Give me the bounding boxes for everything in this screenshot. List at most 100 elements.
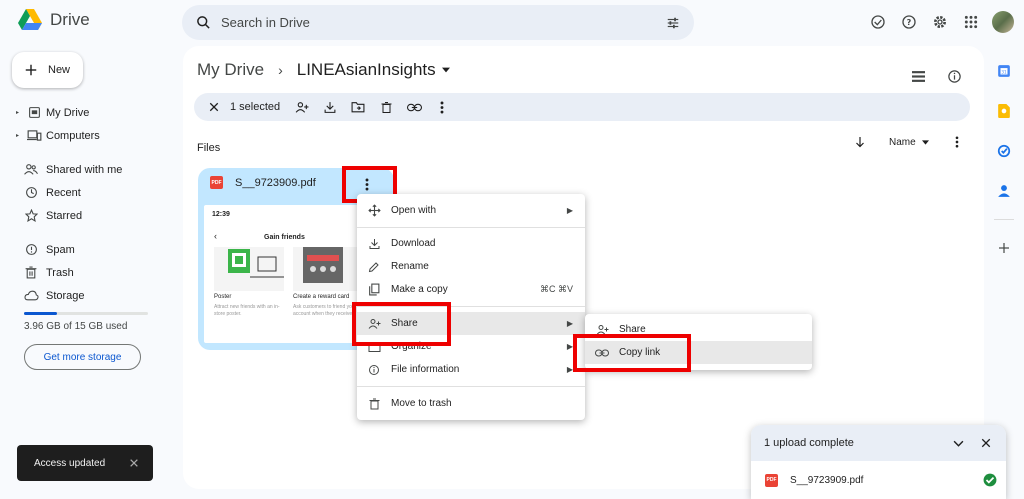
upload-file-row[interactable]: PDF S__9723909.pdf <box>765 473 997 487</box>
move-folder-icon[interactable] <box>344 93 372 121</box>
files-section-label: Files <box>197 142 221 154</box>
my-drive-icon <box>28 107 40 118</box>
list-view-icon[interactable] <box>902 60 934 92</box>
sidebar-item-my-drive[interactable]: ▸ My Drive <box>16 101 166 124</box>
people-icon <box>24 164 38 175</box>
menu-item-make-copy[interactable]: Make a copy ⌘C ⌘V <box>357 278 585 301</box>
sidebar-nav: ▸ My Drive ▸ Computers Shared with me Re… <box>16 101 166 307</box>
trash-icon <box>25 266 37 279</box>
upload-status-panel: 1 upload complete PDF S__9723909.pdf <box>751 425 1006 499</box>
toast-text: Access updated <box>34 457 106 469</box>
upload-panel-title: 1 upload complete <box>764 437 854 449</box>
pdf-file-icon: PDF <box>765 473 778 487</box>
menu-item-download[interactable]: Download <box>357 232 585 255</box>
add-addon-plus-icon[interactable] <box>994 232 1014 264</box>
breadcrumb-separator: › <box>278 62 283 78</box>
contacts-icon[interactable] <box>994 175 1014 207</box>
sort-by-name-button[interactable]: Name <box>889 137 916 148</box>
search-options-icon[interactable] <box>666 16 680 30</box>
more-vertical-icon[interactable] <box>955 136 959 148</box>
apps-grid-icon[interactable] <box>955 6 986 38</box>
help-icon[interactable]: ? <box>893 6 924 38</box>
new-button[interactable]: New <box>12 52 83 88</box>
menu-item-label: Make a copy <box>391 284 448 295</box>
search-bar[interactable] <box>182 5 694 40</box>
menu-item-label: Move to trash <box>391 398 452 409</box>
folder-name: LINEAsianInsights <box>296 60 436 79</box>
storage-usage-text: 3.96 GB of 15 GB used <box>24 321 128 332</box>
menu-item-label: Download <box>391 238 436 249</box>
back-chevron-icon: ‹ <box>214 231 217 241</box>
sidebar-item-trash[interactable]: Trash <box>16 261 166 284</box>
sidebar-item-label: Computers <box>46 129 100 142</box>
spam-icon <box>25 244 37 255</box>
reward-card-illustration <box>293 247 363 291</box>
menu-item-file-information[interactable]: File information ▶ <box>357 358 585 381</box>
share-person-add-icon[interactable] <box>288 93 316 121</box>
highlight-box-copy-link <box>573 334 691 372</box>
thumbnail-item2-title: Create a reward card <box>293 294 350 300</box>
breadcrumb-my-drive[interactable]: My Drive <box>197 60 264 80</box>
file-more-actions-icon[interactable] <box>356 173 378 195</box>
link-icon[interactable] <box>400 93 428 121</box>
toast-notification: Access updated <box>17 445 153 481</box>
star-icon <box>24 209 38 222</box>
sidebar-item-starred[interactable]: Starred <box>16 204 166 227</box>
menu-item-label: Rename <box>391 261 429 272</box>
svg-text:?: ? <box>906 18 911 27</box>
clear-selection-icon[interactable] <box>200 93 228 121</box>
sidebar-item-computers[interactable]: ▸ Computers <box>16 124 166 147</box>
download-icon <box>369 238 379 249</box>
search-input[interactable] <box>221 15 666 30</box>
search-icon[interactable] <box>196 15 211 30</box>
thumbnail-time: 12:39 <box>212 211 230 218</box>
tasks-icon[interactable] <box>994 135 1014 167</box>
sidebar-item-spam[interactable]: Spam <box>16 238 166 261</box>
calendar-icon[interactable]: 31 <box>994 55 1014 87</box>
menu-item-open-with[interactable]: Open with ▶ <box>357 199 585 222</box>
sidebar-item-recent[interactable]: Recent <box>16 181 166 204</box>
trash-icon[interactable] <box>372 93 400 121</box>
avatar[interactable] <box>992 11 1014 33</box>
poster-illustration <box>214 247 284 291</box>
download-icon[interactable] <box>316 93 344 121</box>
info-icon[interactable] <box>938 60 970 92</box>
trash-icon <box>369 398 379 409</box>
collapse-chevron-down-icon[interactable] <box>946 431 970 455</box>
caret-down-icon <box>921 139 929 145</box>
clock-icon <box>25 187 37 198</box>
breadcrumb-current-folder[interactable]: LINEAsianInsights <box>297 60 450 80</box>
sidebar-item-shared-with-me[interactable]: Shared with me <box>16 158 166 181</box>
arrow-down-icon[interactable] <box>855 136 865 148</box>
sidebar-item-label: Starred <box>46 209 83 222</box>
sidebar-item-storage[interactable]: Storage <box>16 284 166 307</box>
info-icon <box>369 364 379 375</box>
chevron-right-icon: ▶ <box>566 319 573 328</box>
cloud-icon <box>23 290 39 301</box>
sidebar-item-label: My Drive <box>46 106 90 119</box>
selected-count: 1 selected <box>230 101 281 113</box>
app-title: Drive <box>50 10 90 29</box>
get-more-storage-button[interactable]: Get more storage <box>24 344 141 370</box>
close-icon[interactable] <box>129 458 139 468</box>
open-with-icon <box>367 204 381 217</box>
menu-item-rename[interactable]: Rename <box>357 255 585 278</box>
thumbnail-title: Gain friends <box>264 234 305 241</box>
menu-item-label: Open with <box>391 205 437 216</box>
side-panel-rail: 31 <box>994 55 1014 264</box>
svg-text:31: 31 <box>1001 69 1007 74</box>
drive-logo[interactable]: Drive <box>18 9 90 31</box>
sidebar-item-label: Recent <box>46 186 81 199</box>
menu-item-label: File information <box>391 364 460 375</box>
more-vertical-icon[interactable] <box>428 93 456 121</box>
keep-icon[interactable] <box>994 95 1014 127</box>
shortcut-text: ⌘C ⌘V <box>539 284 573 294</box>
check-circle-icon <box>983 473 997 487</box>
breadcrumb: My Drive › LINEAsianInsights <box>197 60 450 80</box>
settings-gear-icon[interactable] <box>924 6 955 38</box>
offline-ready-icon[interactable] <box>862 6 893 38</box>
menu-item-move-to-trash[interactable]: Move to trash <box>357 392 585 415</box>
close-icon[interactable] <box>974 431 998 455</box>
sidebar-item-label: Trash <box>46 266 74 279</box>
sidebar-item-label: Spam <box>46 243 75 256</box>
